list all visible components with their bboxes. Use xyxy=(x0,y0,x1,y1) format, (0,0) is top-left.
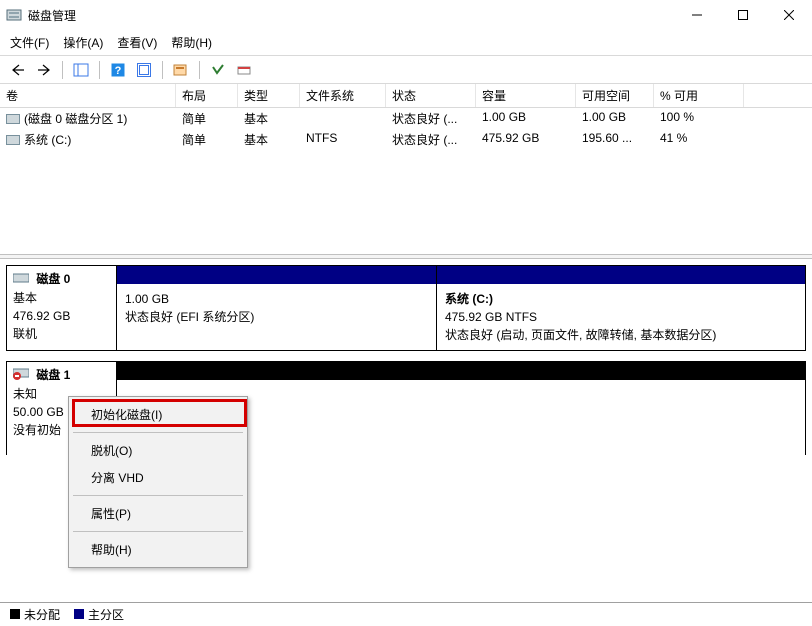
disk-0-title: 磁盘 0 xyxy=(36,272,70,286)
volume-name: 系统 (C:) xyxy=(24,133,71,147)
partition-title: 系统 (C:) xyxy=(445,292,493,306)
menubar: 文件(F) 操作(A) 查看(V) 帮助(H) xyxy=(0,30,812,56)
volume-table-header: 卷 布局 类型 文件系统 状态 容量 可用空间 % 可用 xyxy=(0,84,812,108)
toolbar: ? xyxy=(0,56,812,84)
col-layout[interactable]: 布局 xyxy=(176,84,238,107)
graphical-view-icon[interactable] xyxy=(234,60,254,80)
volume-capacity: 475.92 GB xyxy=(476,130,576,149)
volume-layout: 简单 xyxy=(176,130,238,149)
menu-initialize-disk[interactable]: 初始化磁盘(I) xyxy=(71,401,245,428)
list-view-icon[interactable] xyxy=(208,60,228,80)
volume-type: 基本 xyxy=(238,130,300,149)
titlebar: 磁盘管理 xyxy=(0,0,812,30)
maximize-button[interactable] xyxy=(720,0,766,30)
menu-properties[interactable]: 属性(P) xyxy=(71,500,245,527)
volume-pct: 100 % xyxy=(654,109,744,128)
volume-status: 状态良好 (... xyxy=(386,109,476,128)
volume-list-pane: 卷 布局 类型 文件系统 状态 容量 可用空间 % 可用 (磁盘 0 磁盘分区 … xyxy=(0,84,812,254)
close-button[interactable] xyxy=(766,0,812,30)
menu-view[interactable]: 查看(V) xyxy=(117,34,157,51)
col-pct[interactable]: % 可用 xyxy=(654,84,744,107)
refresh-icon[interactable] xyxy=(134,60,154,80)
menu-help[interactable]: 帮助(H) xyxy=(71,536,245,563)
partition-status: 状态良好 (EFI 系统分区) xyxy=(125,308,428,326)
disk-0-state: 联机 xyxy=(13,325,110,343)
forward-button[interactable] xyxy=(34,60,54,80)
table-row[interactable]: (磁盘 0 磁盘分区 1) 简单 基本 状态良好 (... 1.00 GB 1.… xyxy=(0,108,812,129)
volume-pct: 41 % xyxy=(654,130,744,149)
menu-file[interactable]: 文件(F) xyxy=(10,34,49,51)
menu-action[interactable]: 操作(A) xyxy=(63,34,103,51)
disk-icon xyxy=(13,271,29,289)
volume-type: 基本 xyxy=(238,109,300,128)
legend-bar: 未分配 主分区 xyxy=(0,602,812,626)
disk-0-label[interactable]: 磁盘 0 基本 476.92 GB 联机 xyxy=(7,266,117,350)
volume-capacity: 1.00 GB xyxy=(476,109,576,128)
disk-mgmt-icon xyxy=(6,7,22,23)
drive-icon xyxy=(6,135,20,145)
volume-status: 状态良好 (... xyxy=(386,130,476,149)
volume-free: 195.60 ... xyxy=(576,130,654,149)
disk-1-title: 磁盘 1 xyxy=(36,368,70,382)
col-capacity[interactable]: 容量 xyxy=(476,84,576,107)
partition-status: 状态良好 (启动, 页面文件, 故障转储, 基本数据分区) xyxy=(445,326,797,344)
partition-size: 475.92 GB NTFS xyxy=(445,308,797,326)
menu-help[interactable]: 帮助(H) xyxy=(171,34,212,51)
volume-layout: 简单 xyxy=(176,109,238,128)
partition-bar-primary xyxy=(117,266,436,284)
disk-0-partition-2[interactable]: 系统 (C:) 475.92 GB NTFS 状态良好 (启动, 页面文件, 故… xyxy=(437,266,805,350)
disk-context-menu: 初始化磁盘(I) 脱机(O) 分离 VHD 属性(P) 帮助(H) xyxy=(68,396,248,568)
volume-fs: NTFS xyxy=(300,130,386,149)
partition-size: 1.00 GB xyxy=(125,290,428,308)
partition-bar-unallocated xyxy=(117,362,805,380)
partition-bar-primary xyxy=(437,266,805,284)
disk-0-kind: 基本 xyxy=(13,289,110,307)
col-volume[interactable]: 卷 xyxy=(0,84,176,107)
legend-unallocated: 未分配 xyxy=(10,606,60,623)
menu-detach-vhd[interactable]: 分离 VHD xyxy=(71,464,245,491)
settings-icon[interactable] xyxy=(171,60,191,80)
col-filesystem[interactable]: 文件系统 xyxy=(300,84,386,107)
volume-name: (磁盘 0 磁盘分区 1) xyxy=(24,112,127,126)
svg-text:?: ? xyxy=(115,65,122,77)
disk-0-partition-1[interactable]: 1.00 GB 状态良好 (EFI 系统分区) xyxy=(117,266,437,350)
help-icon[interactable]: ? xyxy=(108,60,128,80)
col-type[interactable]: 类型 xyxy=(238,84,300,107)
col-free[interactable]: 可用空间 xyxy=(576,84,654,107)
volume-free: 1.00 GB xyxy=(576,109,654,128)
disk-error-icon xyxy=(13,366,29,385)
menu-offline[interactable]: 脱机(O) xyxy=(71,437,245,464)
legend-primary: 主分区 xyxy=(74,606,124,623)
disk-0-size: 476.92 GB xyxy=(13,307,110,325)
volume-fs xyxy=(300,109,386,128)
drive-icon xyxy=(6,114,20,124)
disk-0-block: 磁盘 0 基本 476.92 GB 联机 1.00 GB 状态良好 (EFI 系… xyxy=(6,265,806,351)
volume-table-body: (磁盘 0 磁盘分区 1) 简单 基本 状态良好 (... 1.00 GB 1.… xyxy=(0,108,812,150)
table-row[interactable]: 系统 (C:) 简单 基本 NTFS 状态良好 (... 475.92 GB 1… xyxy=(0,129,812,150)
minimize-button[interactable] xyxy=(674,0,720,30)
disk-1-size: 50.00 GB xyxy=(13,405,64,419)
window-title: 磁盘管理 xyxy=(28,7,76,24)
show-hide-tree-icon[interactable] xyxy=(71,60,91,80)
back-button[interactable] xyxy=(8,60,28,80)
col-status[interactable]: 状态 xyxy=(386,84,476,107)
